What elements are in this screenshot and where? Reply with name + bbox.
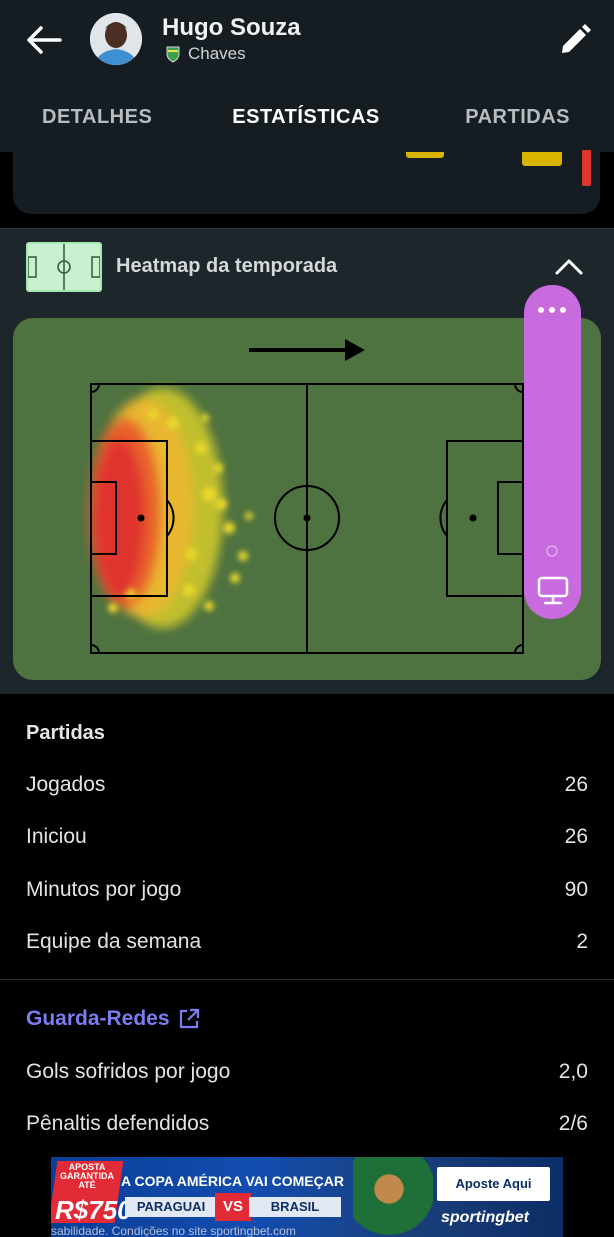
ad-vs-label: VS — [215, 1193, 251, 1221]
stat-row: Jogados 26 — [26, 773, 588, 797]
section-title-matches: Partidas — [26, 722, 105, 744]
external-link-icon — [179, 1008, 199, 1029]
ad-amount: R$750 — [55, 1195, 132, 1225]
player-name: Hugo Souza — [162, 14, 301, 41]
stat-value: 26 — [564, 825, 588, 848]
team-row[interactable]: Chaves — [164, 44, 246, 64]
ad-player-image — [353, 1157, 433, 1237]
heatmap-section: Heatmap da temporada — [0, 228, 614, 694]
stat-label: Equipe da semana — [26, 930, 202, 953]
pitch-icon — [26, 242, 102, 292]
back-button[interactable] — [22, 18, 66, 62]
app-header: Hugo Souza Chaves DETALHES ESTATÍSTICAS … — [0, 0, 614, 152]
stat-row: Minutos por jogo 90 — [26, 878, 588, 902]
previous-card-marker — [406, 152, 444, 158]
attack-direction-arrow-icon — [249, 339, 365, 361]
monitor-icon[interactable] — [537, 576, 569, 606]
player-avatar — [90, 13, 142, 65]
stat-value: 90 — [564, 878, 588, 901]
more-dots-icon[interactable] — [537, 305, 567, 315]
heatmap-pitch — [13, 318, 601, 680]
ad-team-home: PARAGUAI — [125, 1197, 217, 1217]
arrow-left-icon — [27, 26, 62, 54]
stat-value: 2,0 — [558, 1060, 588, 1083]
pin-dot-icon — [546, 545, 558, 557]
stat-label: Jogados — [26, 773, 106, 796]
previous-card — [13, 140, 600, 214]
ad-badge-text: APOSTA GARANTIDA ATÉ — [60, 1162, 114, 1190]
stat-label: Iniciou — [26, 825, 87, 848]
stat-label: Minutos por jogo — [26, 878, 182, 901]
heatmap-title: Heatmap da temporada — [116, 255, 338, 277]
previous-card-marker — [522, 152, 562, 166]
stat-row: Gols sofridos por jogo 2,0 — [26, 1060, 588, 1084]
ad-banner[interactable]: APOSTA GARANTIDA ATÉ R$750 A COPA AMÉRIC… — [51, 1157, 563, 1237]
stat-row: Equipe da semana 2 — [26, 930, 588, 954]
ad-cta-button[interactable]: Aposte Aqui — [437, 1167, 550, 1201]
ad-disclaimer: sabilidade. Condições no site sportingbe… — [51, 1224, 296, 1237]
team-crest-icon — [166, 46, 180, 63]
ad-headline: A COPA AMÉRICA VAI COMEÇAR — [121, 1173, 344, 1189]
stat-row: Iniciou 26 — [26, 825, 588, 849]
stat-value: 2 — [576, 930, 588, 953]
goalkeeper-link[interactable]: Guarda-Redes — [26, 1007, 200, 1031]
stat-label: Pênaltis defendidos — [26, 1112, 210, 1135]
stat-value: 2/6 — [558, 1112, 588, 1135]
previous-card-bar — [582, 150, 591, 186]
edit-button[interactable] — [553, 18, 597, 62]
pencil-icon — [562, 24, 591, 53]
floating-widget[interactable] — [524, 285, 581, 619]
stat-label: Gols sofridos por jogo — [26, 1060, 231, 1083]
stat-value: 26 — [564, 773, 588, 796]
team-name: Chaves — [188, 44, 246, 63]
collapse-button[interactable] — [554, 251, 584, 281]
section-title-goalkeeper: Guarda-Redes — [26, 1007, 170, 1030]
ad-team-away: BRASIL — [249, 1197, 341, 1217]
stat-row: Pênaltis defendidos 2/6 — [26, 1112, 588, 1136]
divider — [0, 979, 614, 980]
ad-brand-logo: sportingbet — [441, 1209, 529, 1226]
chevron-up-icon — [555, 259, 583, 275]
